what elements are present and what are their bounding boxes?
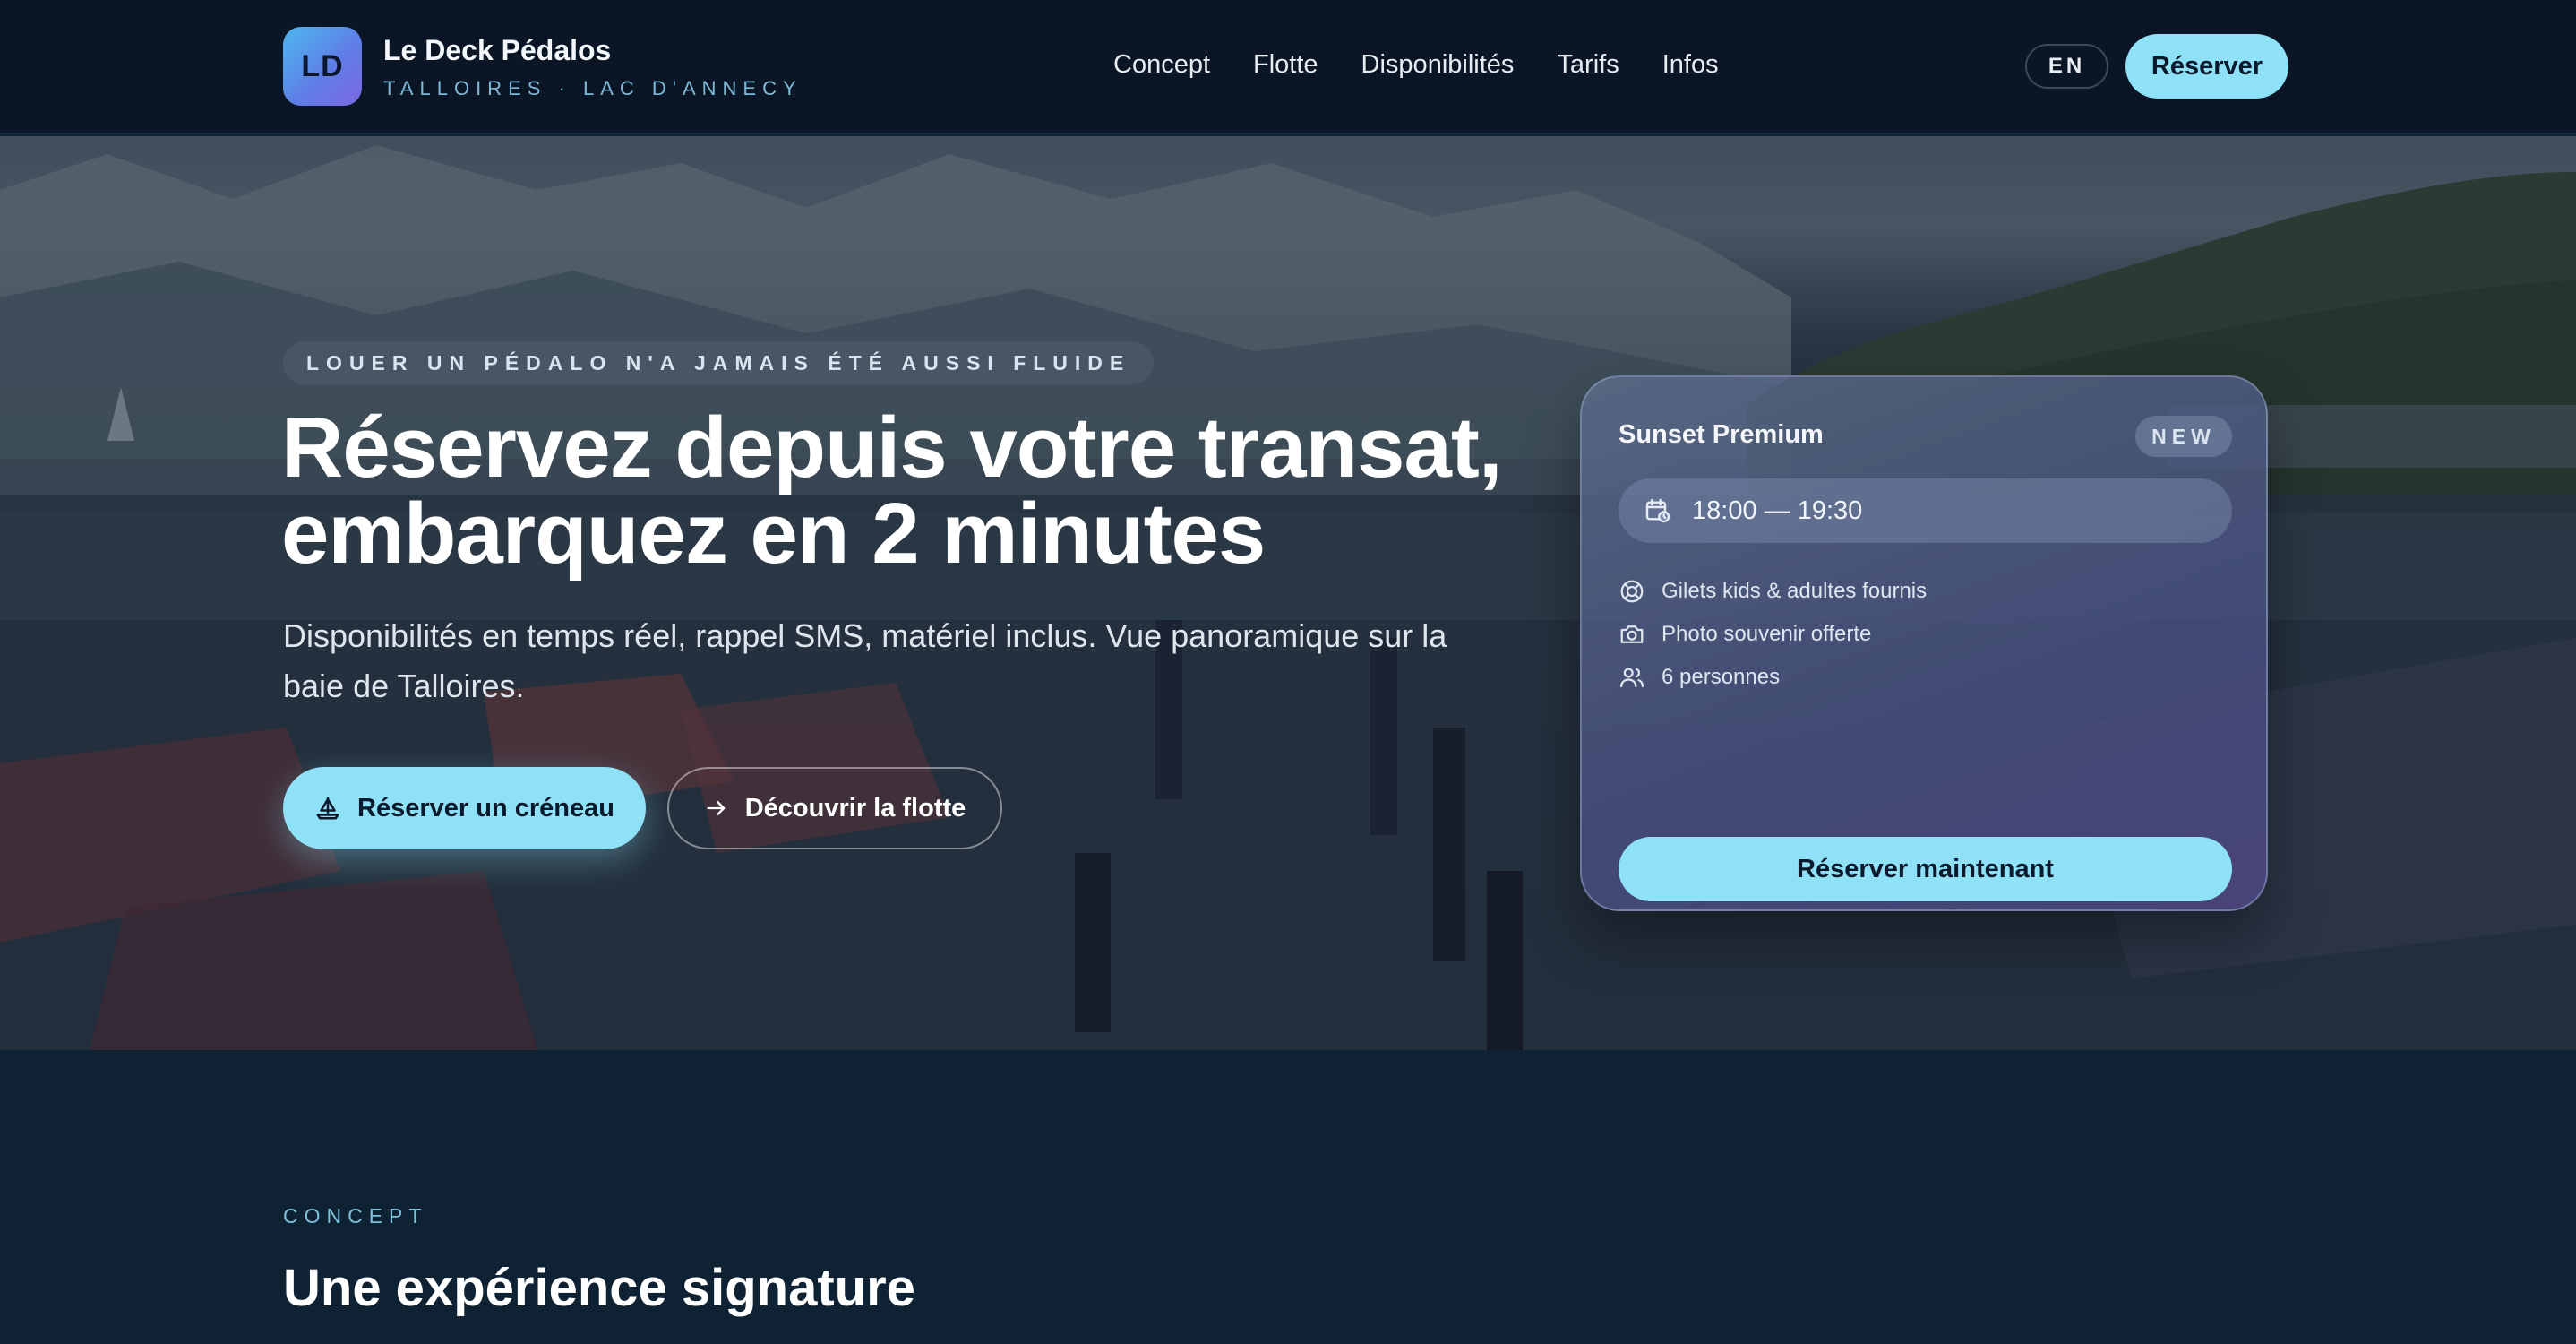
new-badge: NEW [2135, 416, 2232, 457]
nav-reserve-button[interactable]: Réserver [2125, 34, 2288, 99]
reserve-slot-button[interactable]: Réserver un créneau [283, 767, 646, 849]
users-icon [1619, 664, 1645, 691]
concept-section: CONCEPT Une expérience signature [0, 1050, 2576, 1344]
hero-section: LOUER UN PÉDALO N'A JAMAIS ÉTÉ AUSSI FLU… [0, 136, 2576, 1050]
discover-fleet-button[interactable]: Découvrir la flotte [667, 767, 1002, 849]
card-title: Sunset Premium [1619, 420, 1824, 449]
feature-photo: Photo souvenir offerte [1619, 621, 1871, 648]
feature-label: Gilets kids & adultes fournis [1662, 579, 1928, 603]
language-switch-button[interactable]: EN [2025, 44, 2108, 89]
time-slot-value: 18:00 — 19:30 [1692, 495, 1863, 525]
reserve-now-button[interactable]: Réserver maintenant [1619, 837, 2232, 901]
booking-card: Sunset Premium NEW 18:00 — 19:30 Gilets … [1580, 375, 2268, 911]
hero-title: Réservez depuis votre transat, embarquez… [281, 405, 1535, 577]
sailboat-icon [314, 795, 341, 822]
nav-links: Concept Flotte Disponibilités Tarifs Inf… [1113, 50, 1719, 80]
calendar-clock-icon [1644, 496, 1672, 525]
brand-name: Le Deck Pédalos [383, 34, 612, 66]
feature-label: 6 personnes [1662, 665, 1781, 689]
logo[interactable]: LD [283, 27, 362, 106]
brand-subtitle: TALLOIRES · LAC D'ANNECY [383, 77, 803, 99]
camera-icon [1619, 621, 1645, 648]
hero-description: Disponibilités en temps réel, rappel SMS… [283, 617, 1447, 704]
concept-eyebrow: CONCEPT [283, 1204, 428, 1228]
reserve-slot-label: Réserver un créneau [357, 793, 614, 823]
nav-link-infos[interactable]: Infos [1662, 50, 1719, 80]
nav-link-concept[interactable]: Concept [1113, 50, 1210, 80]
top-navigation: LD Le Deck Pédalos TALLOIRES · LAC D'ANN… [0, 0, 2576, 134]
feature-life-vests: Gilets kids & adultes fournis [1619, 578, 1927, 605]
discover-fleet-label: Découvrir la flotte [744, 793, 966, 823]
feature-capacity: 6 personnes [1619, 664, 1780, 691]
hero-title-line-1: Réservez depuis votre transat, [281, 400, 1503, 495]
concept-title: Une expérience signature [283, 1259, 915, 1317]
time-slot-field[interactable]: 18:00 — 19:30 [1619, 478, 2232, 543]
hero-eyebrow: LOUER UN PÉDALO N'A JAMAIS ÉTÉ AUSSI FLU… [283, 341, 1155, 384]
arrow-right-icon [704, 796, 729, 821]
hero-title-line-2: embarquez en 2 minutes [281, 486, 1266, 582]
nav-link-flotte[interactable]: Flotte [1253, 50, 1318, 80]
feature-label: Photo souvenir offerte [1662, 622, 1872, 646]
nav-link-tarifs[interactable]: Tarifs [1557, 50, 1619, 80]
nav-link-disponibilites[interactable]: Disponibilités [1361, 50, 1515, 80]
lifebuoy-icon [1619, 578, 1645, 605]
